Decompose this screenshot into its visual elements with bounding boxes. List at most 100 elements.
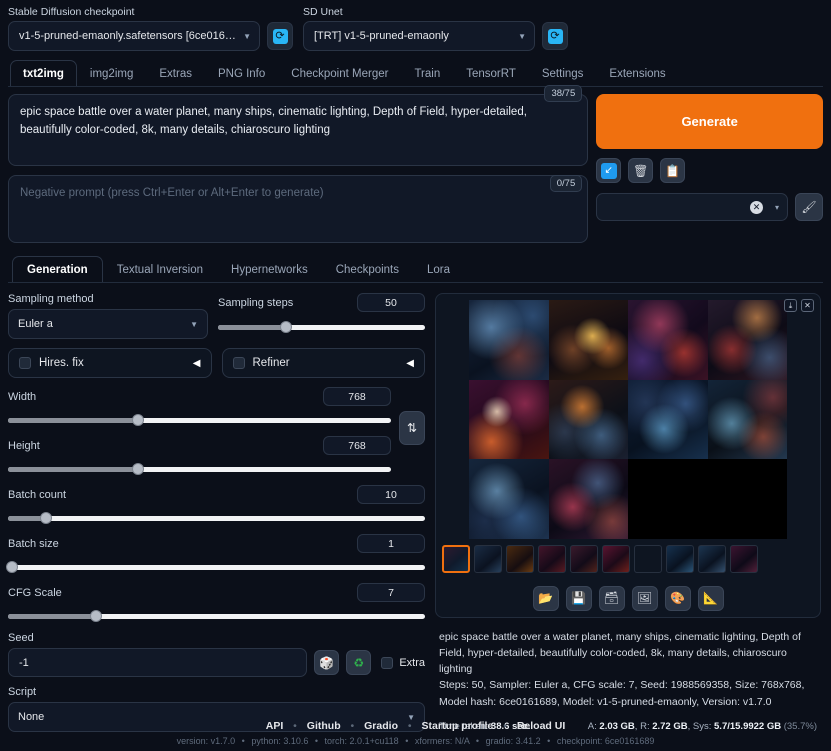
batch-count-slider[interactable] bbox=[8, 511, 425, 525]
positive-prompt-input[interactable]: epic space battle over a water planet, m… bbox=[8, 94, 588, 166]
thumbnail-item[interactable] bbox=[442, 545, 470, 573]
refresh-checkpoint-button[interactable]: ⟳ bbox=[267, 22, 293, 50]
extra-seed-toggle[interactable]: Extra bbox=[381, 657, 425, 669]
gallery-image[interactable] bbox=[549, 300, 629, 380]
send-to-inpaint-button[interactable]: 🎨 bbox=[665, 586, 691, 611]
extra-label: Extra bbox=[399, 657, 425, 669]
batch-size-value[interactable]: 1 bbox=[357, 534, 425, 553]
slider-track bbox=[8, 516, 425, 521]
open-folder-button[interactable]: 📂 bbox=[533, 586, 559, 611]
tab-checkpoint-merger[interactable]: Checkpoint Merger bbox=[278, 60, 401, 86]
thumbnail-item[interactable] bbox=[730, 545, 758, 573]
extra-checkbox[interactable] bbox=[381, 657, 393, 669]
slider-thumb[interactable] bbox=[132, 414, 144, 426]
styles-select[interactable]: ✕ ▾ bbox=[596, 193, 788, 221]
height-slider[interactable] bbox=[8, 462, 391, 476]
sampling-steps-slider[interactable] bbox=[218, 320, 425, 334]
reuse-seed-button[interactable]: ♻ bbox=[346, 650, 371, 675]
gallery-image[interactable] bbox=[628, 300, 708, 380]
tab-png-info[interactable]: PNG Info bbox=[205, 60, 278, 86]
refiner-checkbox[interactable] bbox=[233, 357, 245, 369]
read-generation-parameters-button[interactable]: ↙ bbox=[596, 158, 621, 183]
checkpoint-group: Stable Diffusion checkpoint v1-5-pruned-… bbox=[8, 6, 293, 51]
height-value[interactable]: 768 bbox=[323, 436, 391, 455]
thumbnail-item[interactable] bbox=[570, 545, 598, 573]
refresh-unet-button[interactable]: ⟳ bbox=[542, 22, 568, 50]
slider-thumb[interactable] bbox=[90, 610, 102, 622]
generate-button[interactable]: Generate bbox=[596, 94, 823, 149]
close-icon[interactable]: ✕ bbox=[750, 201, 763, 214]
dimensions-row: Width 768 Height 768 bbox=[8, 387, 425, 476]
tab-img2img[interactable]: img2img bbox=[77, 60, 146, 86]
save-zip-button[interactable]: 🗃 bbox=[599, 586, 625, 611]
slider-track bbox=[8, 565, 425, 570]
show-extra-networks-button[interactable]: 📋 bbox=[660, 158, 685, 183]
tab-generation[interactable]: Generation bbox=[12, 256, 103, 282]
thumbnail-item[interactable] bbox=[666, 545, 694, 573]
negative-prompt-input[interactable]: Negative prompt (press Ctrl+Enter or Alt… bbox=[8, 175, 588, 243]
checkpoint-select[interactable]: v1-5-pruned-emaonly.safetensors [6ce0161… bbox=[8, 21, 260, 51]
gallery-image[interactable] bbox=[549, 380, 629, 460]
footer-link-startup-profile[interactable]: Startup profile bbox=[422, 720, 494, 732]
gallery-image[interactable] bbox=[628, 380, 708, 460]
gallery-image[interactable] bbox=[469, 459, 549, 539]
seed-input[interactable]: -1 bbox=[8, 648, 307, 677]
thumbnail-item[interactable] bbox=[634, 545, 662, 573]
gallery-image[interactable] bbox=[708, 300, 788, 380]
unet-select[interactable]: [TRT] v1-5-pruned-emaonly ▼ bbox=[303, 21, 535, 51]
thumbnail-item[interactable] bbox=[538, 545, 566, 573]
slider-thumb[interactable] bbox=[132, 463, 144, 475]
clear-prompt-button[interactable]: 🗑 bbox=[628, 158, 653, 183]
footer-link-api[interactable]: API bbox=[266, 720, 284, 732]
send-to-extras-button[interactable]: 📐 bbox=[698, 586, 724, 611]
slider-thumb[interactable] bbox=[6, 561, 18, 573]
gallery-image[interactable] bbox=[469, 300, 549, 380]
version-item: python: 3.10.6 bbox=[251, 736, 308, 746]
slider-thumb[interactable] bbox=[40, 512, 52, 524]
edit-styles-button[interactable]: 🖌 bbox=[795, 193, 823, 221]
collapse-arrow-icon[interactable]: ◀ bbox=[406, 358, 414, 369]
send-to-img2img-button[interactable]: 🖼 bbox=[632, 586, 658, 611]
batch-size-slider[interactable] bbox=[8, 560, 425, 574]
slider-thumb[interactable] bbox=[280, 321, 292, 333]
refiner-accordion[interactable]: Refiner ◀ bbox=[222, 348, 426, 378]
footer-link-reload-ui[interactable]: Reload UI bbox=[517, 720, 565, 732]
sampler-row: Sampling method Euler a ▼ Sampling steps… bbox=[8, 293, 425, 339]
tab-train[interactable]: Train bbox=[401, 60, 453, 86]
gallery-image[interactable] bbox=[708, 380, 788, 460]
thumbnail-item[interactable] bbox=[506, 545, 534, 573]
swap-dimensions-button[interactable]: ⇅ bbox=[399, 411, 425, 445]
save-button[interactable]: 💾 bbox=[566, 586, 592, 611]
width-value[interactable]: 768 bbox=[323, 387, 391, 406]
tab-txt2img[interactable]: txt2img bbox=[10, 60, 77, 86]
footer-link-github[interactable]: Github bbox=[307, 720, 341, 732]
thumbnail-item[interactable] bbox=[474, 545, 502, 573]
hires-fix-accordion[interactable]: Hires. fix ◀ bbox=[8, 348, 212, 378]
download-image-button[interactable]: ⤓ bbox=[784, 299, 797, 312]
tab-textual-inversion[interactable]: Textual Inversion bbox=[103, 257, 217, 282]
cfg-slider[interactable] bbox=[8, 609, 425, 623]
thumbnail-item[interactable] bbox=[602, 545, 630, 573]
tab-lora[interactable]: Lora bbox=[413, 257, 464, 282]
batch-count-value[interactable]: 10 bbox=[357, 485, 425, 504]
gallery-image[interactable] bbox=[549, 459, 629, 539]
sampling-method-select[interactable]: Euler a ▼ bbox=[8, 309, 208, 339]
width-slider[interactable] bbox=[8, 413, 391, 427]
tab-tensorrt[interactable]: TensorRT bbox=[453, 60, 529, 86]
random-seed-button[interactable]: 🎲 bbox=[314, 650, 339, 675]
tab-hypernetworks[interactable]: Hypernetworks bbox=[217, 257, 322, 282]
sampling-steps-value[interactable]: 50 bbox=[357, 293, 425, 312]
close-gallery-button[interactable]: ✕ bbox=[801, 299, 814, 312]
hires-fix-checkbox[interactable] bbox=[19, 357, 31, 369]
tab-settings[interactable]: Settings bbox=[529, 60, 597, 86]
tab-checkpoints[interactable]: Checkpoints bbox=[322, 257, 413, 282]
collapse-arrow-icon[interactable]: ◀ bbox=[193, 358, 201, 369]
tab-extras[interactable]: Extras bbox=[146, 60, 205, 86]
footer-link-gradio[interactable]: Gradio bbox=[364, 720, 398, 732]
script-label: Script bbox=[8, 686, 425, 698]
thumbnail-item[interactable] bbox=[698, 545, 726, 573]
tab-extensions[interactable]: Extensions bbox=[596, 60, 678, 86]
width-label: Width bbox=[8, 391, 36, 403]
cfg-value[interactable]: 7 bbox=[357, 583, 425, 602]
gallery-image[interactable] bbox=[469, 380, 549, 460]
